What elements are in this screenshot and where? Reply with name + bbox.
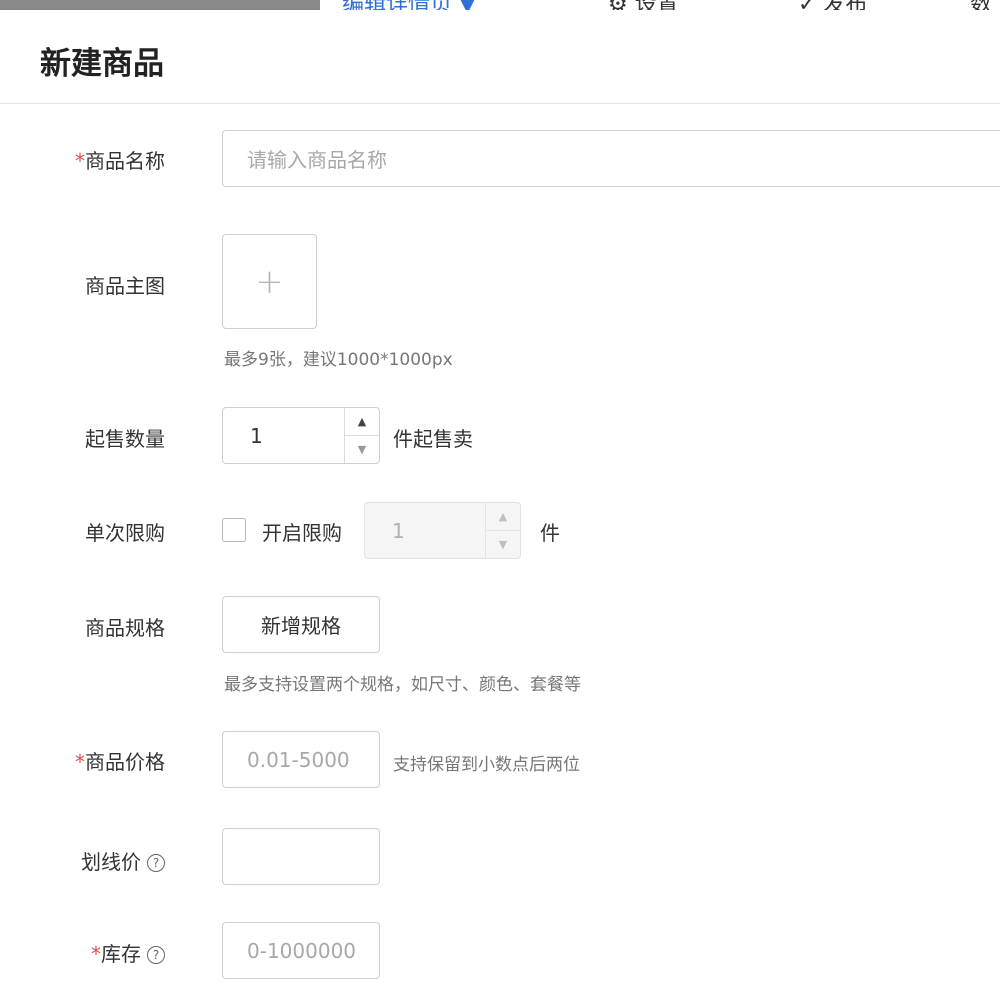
required-mark: * (75, 149, 85, 173)
required-mark: * (91, 942, 101, 966)
stock-input[interactable]: 0-1000000 (222, 922, 380, 979)
limit-qty-stepper: 1 ▲ ▼ (364, 502, 521, 559)
stock-label-text: 库存 (101, 942, 141, 966)
add-spec-button[interactable]: 新增规格 (222, 596, 380, 653)
price-label-text: 商品价格 (85, 750, 165, 774)
product-name-label-text: 商品名称 (85, 149, 165, 173)
increment-icon: ▲ (486, 503, 520, 531)
price-input[interactable]: 0.01-5000 (222, 731, 380, 788)
min-qty-label: 起售数量 (85, 427, 165, 451)
min-qty-arrows: ▲ ▼ (344, 408, 379, 463)
help-icon[interactable]: ? (147, 946, 165, 964)
main-image-label: 商品主图 (85, 274, 165, 298)
limit-checkbox[interactable] (222, 518, 246, 542)
help-icon[interactable]: ? (147, 854, 165, 872)
strike-price-label-text: 划线价 (81, 850, 141, 874)
strike-price-label: 划线价? (0, 846, 165, 875)
spec-label: 商品规格 (85, 616, 165, 640)
strike-price-input[interactable] (222, 828, 380, 885)
spec-hint: 最多支持设置两个规格，如尺寸、颜色、套餐等 (224, 675, 581, 695)
product-name-label: *商品名称 (0, 145, 165, 174)
image-upload-button[interactable]: + (222, 234, 317, 329)
product-form: *商品名称 请输入商品名称 商品主图 + 最多9张，建议1000*1000px … (0, 0, 1000, 992)
min-qty-suffix: 件起售卖 (393, 427, 473, 451)
increment-icon[interactable]: ▲ (345, 408, 379, 436)
limit-qty-arrows: ▲ ▼ (485, 503, 520, 558)
min-qty-value[interactable]: 1 (223, 408, 344, 463)
price-label: *商品价格 (0, 746, 165, 775)
limit-checkbox-label[interactable]: 开启限购 (262, 517, 342, 546)
decrement-icon: ▼ (498, 538, 508, 551)
price-hint: 支持保留到小数点后两位 (393, 755, 580, 775)
limit-qty-value: 1 (392, 518, 405, 543)
main-image-hint: 最多9张，建议1000*1000px (224, 350, 453, 370)
required-mark: * (75, 750, 85, 774)
decrement-icon[interactable]: ▼ (345, 436, 379, 463)
stock-placeholder: 0-1000000 (247, 938, 357, 963)
product-name-placeholder: 请输入商品名称 (247, 148, 387, 172)
min-qty-stepper[interactable]: 1 ▲ ▼ (222, 407, 380, 464)
limit-suffix: 件 (540, 521, 560, 545)
limit-label: 单次限购 (85, 521, 165, 545)
product-name-input[interactable]: 请输入商品名称 (222, 130, 1000, 187)
plus-icon: + (255, 261, 284, 302)
price-placeholder: 0.01-5000 (247, 747, 350, 772)
stock-label: *库存? (0, 938, 165, 967)
